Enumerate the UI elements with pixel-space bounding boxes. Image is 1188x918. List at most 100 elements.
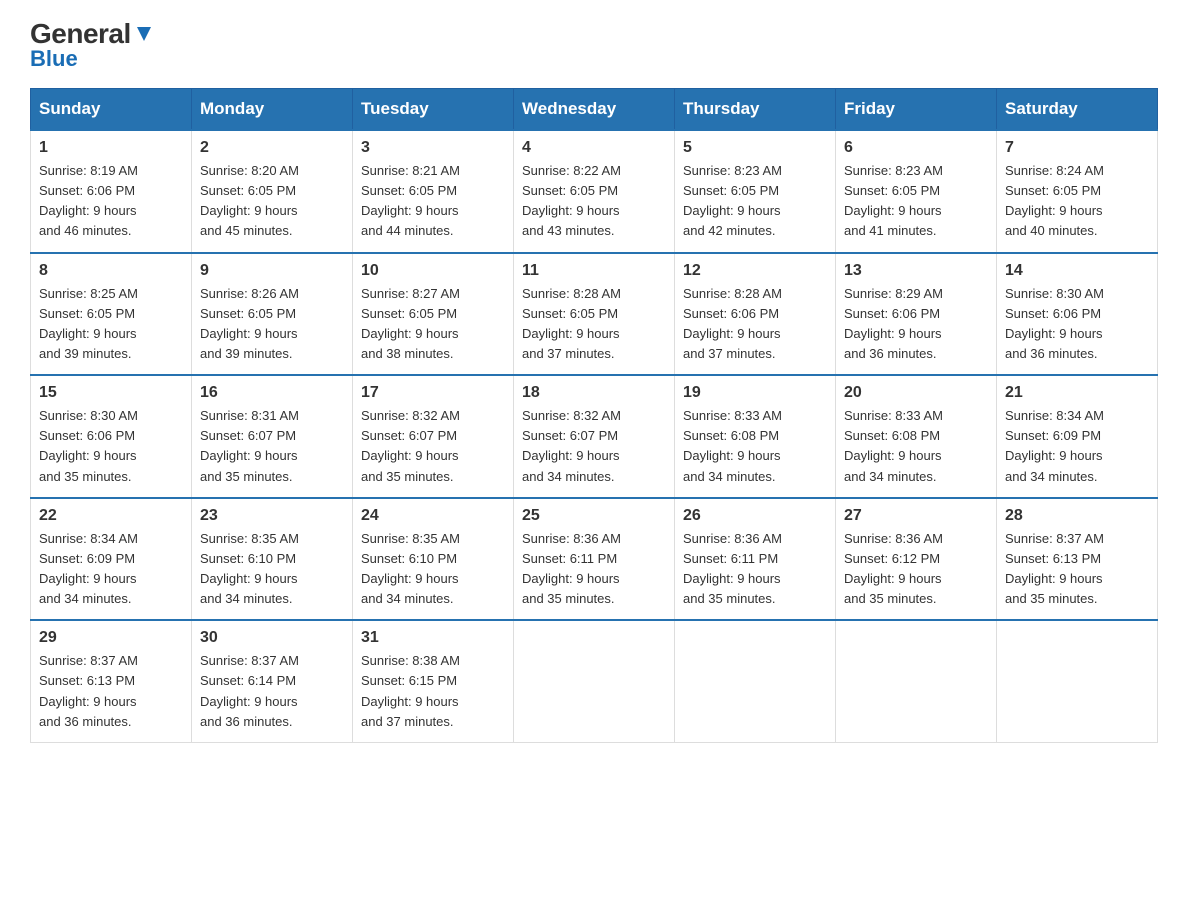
day-cell-9: 9 Sunrise: 8:26 AM Sunset: 6:05 PM Dayli… (192, 253, 353, 376)
day-number: 8 (39, 262, 183, 280)
day-info: Sunrise: 8:32 AM Sunset: 6:07 PM Dayligh… (361, 406, 505, 487)
day-cell-13: 13 Sunrise: 8:29 AM Sunset: 6:06 PM Dayl… (836, 253, 997, 376)
day-cell-25: 25 Sunrise: 8:36 AM Sunset: 6:11 PM Dayl… (514, 498, 675, 621)
day-cell-1: 1 Sunrise: 8:19 AM Sunset: 6:06 PM Dayli… (31, 130, 192, 253)
day-info: Sunrise: 8:28 AM Sunset: 6:05 PM Dayligh… (522, 284, 666, 365)
weekday-header-friday: Friday (836, 89, 997, 131)
day-number: 5 (683, 139, 827, 157)
week-row-1: 1 Sunrise: 8:19 AM Sunset: 6:06 PM Dayli… (31, 130, 1158, 253)
page-header: General Blue (30, 20, 1158, 70)
week-row-2: 8 Sunrise: 8:25 AM Sunset: 6:05 PM Dayli… (31, 253, 1158, 376)
day-number: 18 (522, 384, 666, 402)
day-info: Sunrise: 8:22 AM Sunset: 6:05 PM Dayligh… (522, 161, 666, 242)
day-number: 29 (39, 629, 183, 647)
day-cell-3: 3 Sunrise: 8:21 AM Sunset: 6:05 PM Dayli… (353, 130, 514, 253)
day-cell-19: 19 Sunrise: 8:33 AM Sunset: 6:08 PM Dayl… (675, 375, 836, 498)
day-cell-10: 10 Sunrise: 8:27 AM Sunset: 6:05 PM Dayl… (353, 253, 514, 376)
day-cell-24: 24 Sunrise: 8:35 AM Sunset: 6:10 PM Dayl… (353, 498, 514, 621)
day-number: 27 (844, 507, 988, 525)
weekday-header-tuesday: Tuesday (353, 89, 514, 131)
day-cell-4: 4 Sunrise: 8:22 AM Sunset: 6:05 PM Dayli… (514, 130, 675, 253)
day-cell-29: 29 Sunrise: 8:37 AM Sunset: 6:13 PM Dayl… (31, 620, 192, 742)
day-cell-14: 14 Sunrise: 8:30 AM Sunset: 6:06 PM Dayl… (997, 253, 1158, 376)
day-number: 19 (683, 384, 827, 402)
weekday-header-sunday: Sunday (31, 89, 192, 131)
day-cell-28: 28 Sunrise: 8:37 AM Sunset: 6:13 PM Dayl… (997, 498, 1158, 621)
logo: General Blue (30, 20, 155, 70)
day-cell-16: 16 Sunrise: 8:31 AM Sunset: 6:07 PM Dayl… (192, 375, 353, 498)
empty-cell (514, 620, 675, 742)
day-number: 20 (844, 384, 988, 402)
day-cell-6: 6 Sunrise: 8:23 AM Sunset: 6:05 PM Dayli… (836, 130, 997, 253)
logo-triangle-icon (133, 23, 155, 45)
day-info: Sunrise: 8:25 AM Sunset: 6:05 PM Dayligh… (39, 284, 183, 365)
week-row-5: 29 Sunrise: 8:37 AM Sunset: 6:13 PM Dayl… (31, 620, 1158, 742)
day-info: Sunrise: 8:35 AM Sunset: 6:10 PM Dayligh… (200, 529, 344, 610)
day-cell-31: 31 Sunrise: 8:38 AM Sunset: 6:15 PM Dayl… (353, 620, 514, 742)
day-cell-12: 12 Sunrise: 8:28 AM Sunset: 6:06 PM Dayl… (675, 253, 836, 376)
day-info: Sunrise: 8:35 AM Sunset: 6:10 PM Dayligh… (361, 529, 505, 610)
day-number: 7 (1005, 139, 1149, 157)
day-info: Sunrise: 8:29 AM Sunset: 6:06 PM Dayligh… (844, 284, 988, 365)
day-info: Sunrise: 8:26 AM Sunset: 6:05 PM Dayligh… (200, 284, 344, 365)
logo-blue-text: Blue (30, 48, 78, 70)
week-row-3: 15 Sunrise: 8:30 AM Sunset: 6:06 PM Dayl… (31, 375, 1158, 498)
day-info: Sunrise: 8:30 AM Sunset: 6:06 PM Dayligh… (39, 406, 183, 487)
day-info: Sunrise: 8:36 AM Sunset: 6:11 PM Dayligh… (683, 529, 827, 610)
day-number: 25 (522, 507, 666, 525)
day-cell-7: 7 Sunrise: 8:24 AM Sunset: 6:05 PM Dayli… (997, 130, 1158, 253)
day-number: 10 (361, 262, 505, 280)
day-info: Sunrise: 8:30 AM Sunset: 6:06 PM Dayligh… (1005, 284, 1149, 365)
day-number: 31 (361, 629, 505, 647)
day-cell-22: 22 Sunrise: 8:34 AM Sunset: 6:09 PM Dayl… (31, 498, 192, 621)
day-number: 2 (200, 139, 344, 157)
day-number: 11 (522, 262, 666, 280)
day-number: 15 (39, 384, 183, 402)
day-info: Sunrise: 8:21 AM Sunset: 6:05 PM Dayligh… (361, 161, 505, 242)
day-number: 9 (200, 262, 344, 280)
weekday-header-thursday: Thursday (675, 89, 836, 131)
day-info: Sunrise: 8:32 AM Sunset: 6:07 PM Dayligh… (522, 406, 666, 487)
day-info: Sunrise: 8:20 AM Sunset: 6:05 PM Dayligh… (200, 161, 344, 242)
day-info: Sunrise: 8:33 AM Sunset: 6:08 PM Dayligh… (844, 406, 988, 487)
weekday-header-row: SundayMondayTuesdayWednesdayThursdayFrid… (31, 89, 1158, 131)
day-number: 28 (1005, 507, 1149, 525)
empty-cell (836, 620, 997, 742)
day-cell-26: 26 Sunrise: 8:36 AM Sunset: 6:11 PM Dayl… (675, 498, 836, 621)
day-cell-21: 21 Sunrise: 8:34 AM Sunset: 6:09 PM Dayl… (997, 375, 1158, 498)
day-cell-30: 30 Sunrise: 8:37 AM Sunset: 6:14 PM Dayl… (192, 620, 353, 742)
weekday-header-wednesday: Wednesday (514, 89, 675, 131)
empty-cell (997, 620, 1158, 742)
weekday-header-saturday: Saturday (997, 89, 1158, 131)
day-number: 26 (683, 507, 827, 525)
calendar-table: SundayMondayTuesdayWednesdayThursdayFrid… (30, 88, 1158, 743)
day-number: 3 (361, 139, 505, 157)
day-number: 23 (200, 507, 344, 525)
day-info: Sunrise: 8:37 AM Sunset: 6:14 PM Dayligh… (200, 651, 344, 732)
empty-cell (675, 620, 836, 742)
day-number: 22 (39, 507, 183, 525)
weekday-header-monday: Monday (192, 89, 353, 131)
logo-general-text: General (30, 20, 131, 48)
day-cell-27: 27 Sunrise: 8:36 AM Sunset: 6:12 PM Dayl… (836, 498, 997, 621)
day-cell-15: 15 Sunrise: 8:30 AM Sunset: 6:06 PM Dayl… (31, 375, 192, 498)
day-info: Sunrise: 8:37 AM Sunset: 6:13 PM Dayligh… (39, 651, 183, 732)
day-number: 17 (361, 384, 505, 402)
day-number: 14 (1005, 262, 1149, 280)
day-number: 24 (361, 507, 505, 525)
day-cell-20: 20 Sunrise: 8:33 AM Sunset: 6:08 PM Dayl… (836, 375, 997, 498)
day-cell-5: 5 Sunrise: 8:23 AM Sunset: 6:05 PM Dayli… (675, 130, 836, 253)
day-info: Sunrise: 8:19 AM Sunset: 6:06 PM Dayligh… (39, 161, 183, 242)
day-info: Sunrise: 8:27 AM Sunset: 6:05 PM Dayligh… (361, 284, 505, 365)
day-number: 1 (39, 139, 183, 157)
week-row-4: 22 Sunrise: 8:34 AM Sunset: 6:09 PM Dayl… (31, 498, 1158, 621)
day-number: 30 (200, 629, 344, 647)
day-cell-23: 23 Sunrise: 8:35 AM Sunset: 6:10 PM Dayl… (192, 498, 353, 621)
day-info: Sunrise: 8:36 AM Sunset: 6:11 PM Dayligh… (522, 529, 666, 610)
day-info: Sunrise: 8:34 AM Sunset: 6:09 PM Dayligh… (39, 529, 183, 610)
day-info: Sunrise: 8:38 AM Sunset: 6:15 PM Dayligh… (361, 651, 505, 732)
day-info: Sunrise: 8:37 AM Sunset: 6:13 PM Dayligh… (1005, 529, 1149, 610)
day-number: 21 (1005, 384, 1149, 402)
day-cell-2: 2 Sunrise: 8:20 AM Sunset: 6:05 PM Dayli… (192, 130, 353, 253)
day-info: Sunrise: 8:24 AM Sunset: 6:05 PM Dayligh… (1005, 161, 1149, 242)
